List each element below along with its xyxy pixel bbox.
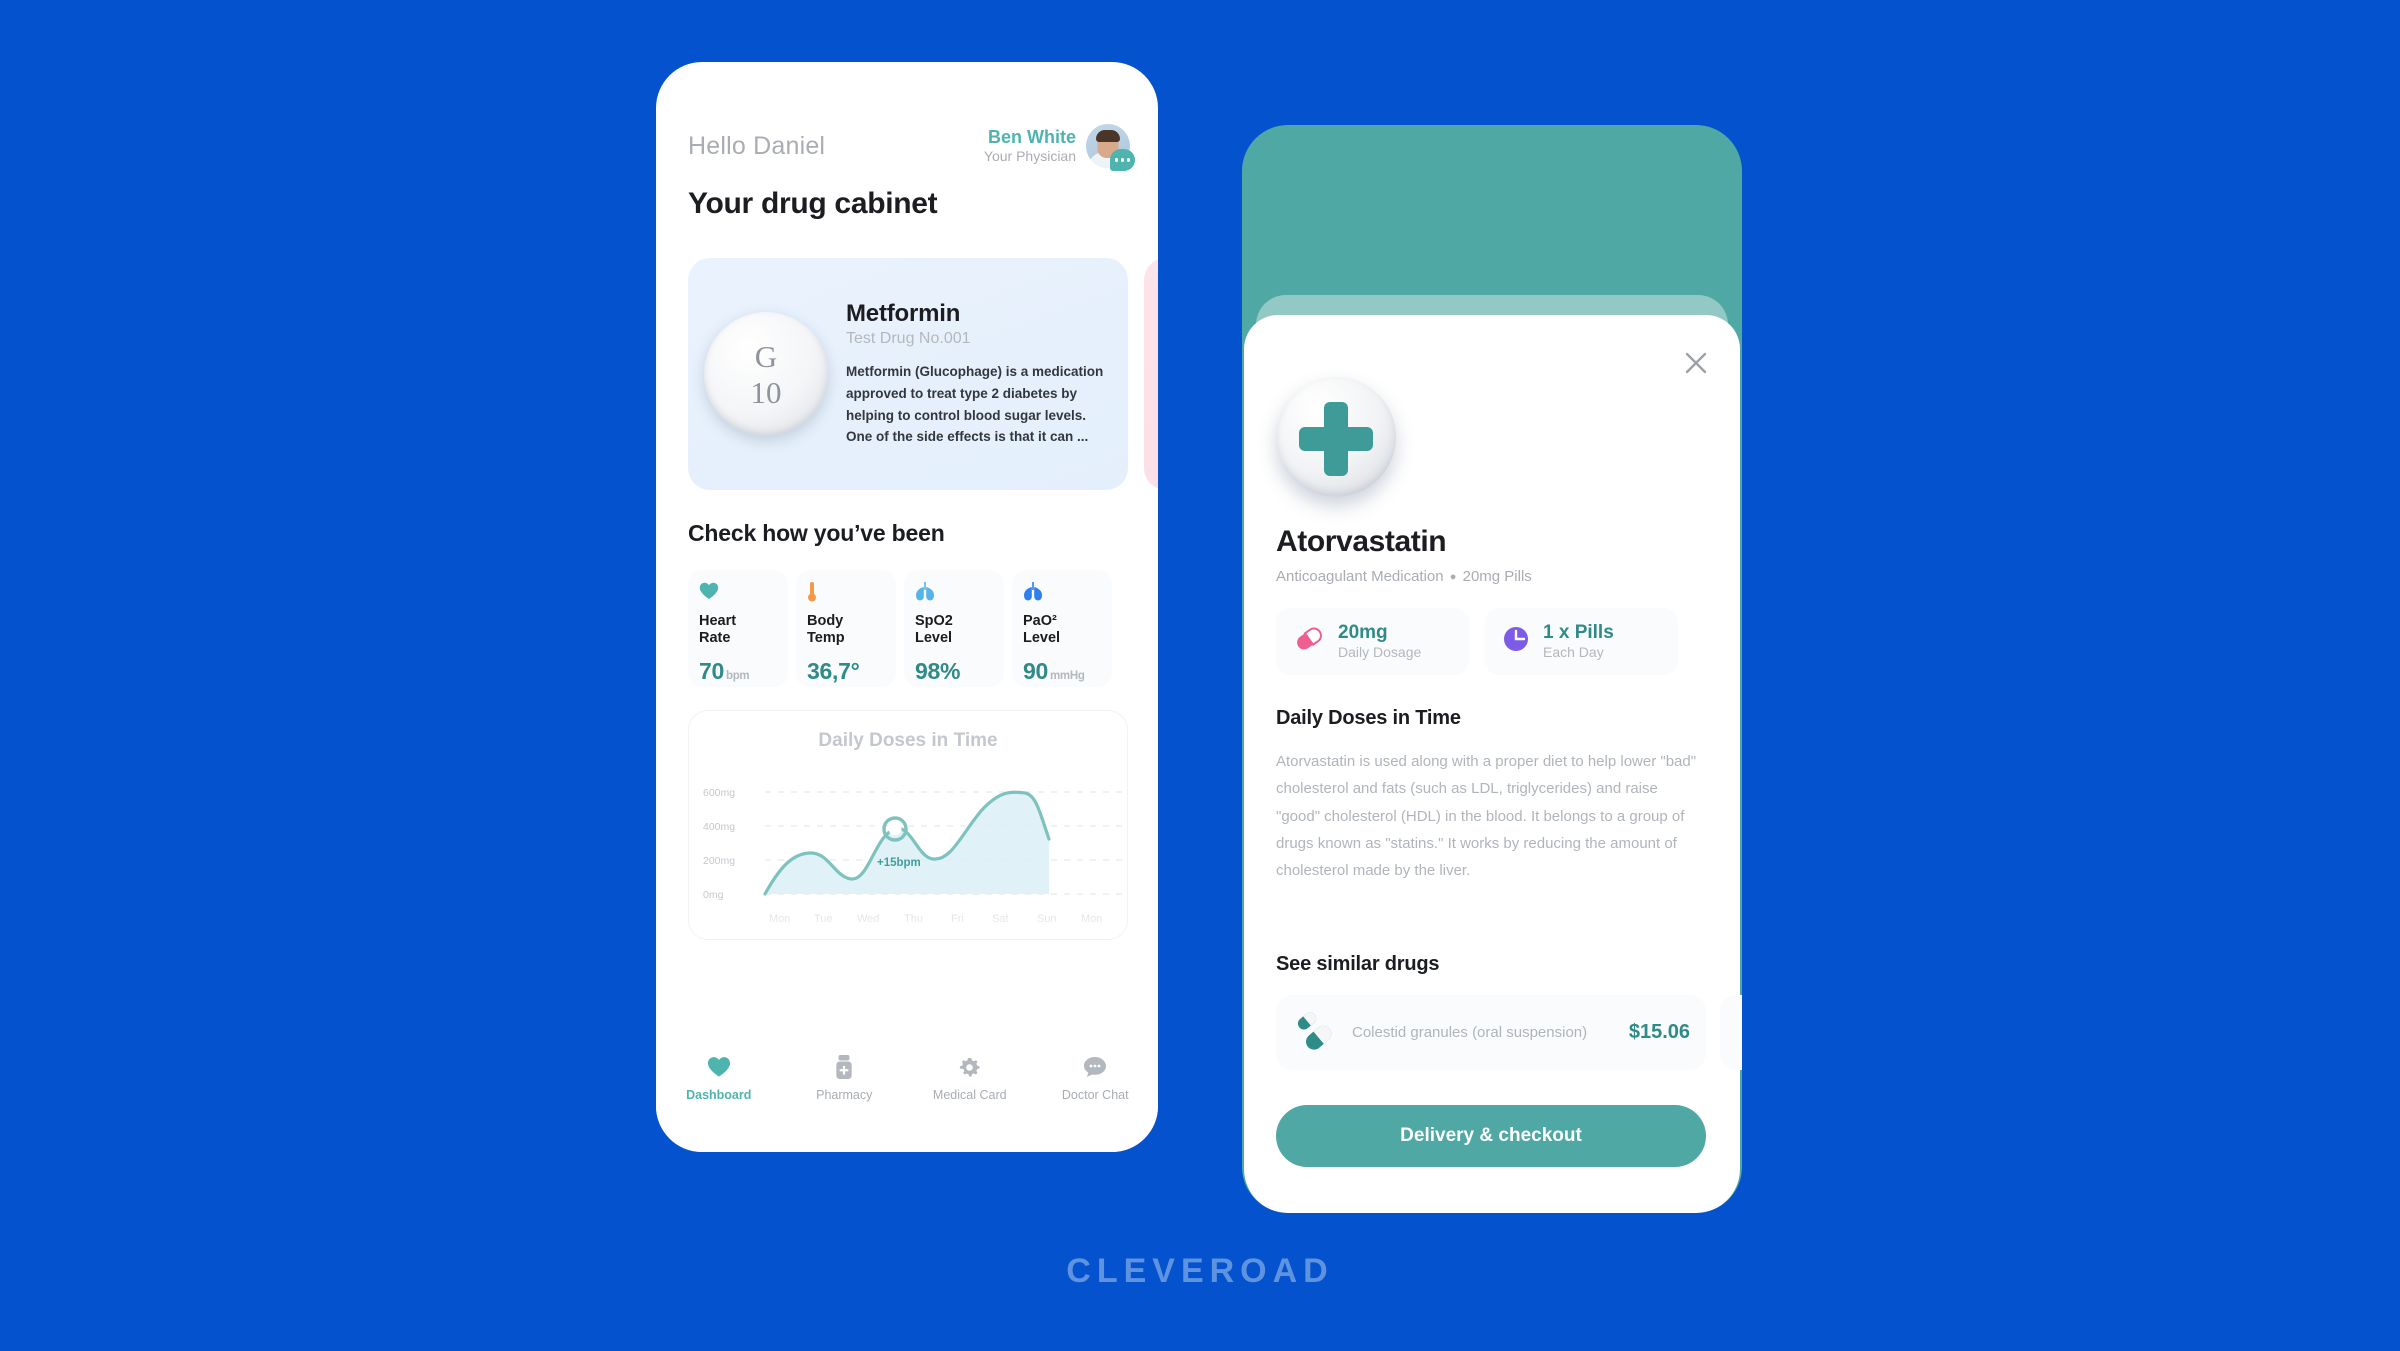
vital-spo2[interactable]: SpO2 Level 98% (904, 570, 1004, 687)
chip-label: Daily Dosage (1338, 644, 1422, 661)
pill-bottle-icon (782, 1054, 908, 1080)
vital-body-temp[interactable]: Body Temp 36,7° (796, 570, 896, 687)
vital-value: 90 (1023, 658, 1048, 685)
pill-image: G 10 (704, 312, 828, 436)
similar-drug-item[interactable]: Colestid granules (oral suspension) $15.… (1276, 995, 1706, 1070)
page-title: Your drug cabinet (688, 187, 938, 220)
vital-label: SpO2 (915, 613, 953, 629)
drug-type: Anticoagulant Medication (1276, 568, 1444, 585)
chip-value: 1 x Pills (1543, 622, 1614, 644)
medical-cross-pill-icon (1276, 377, 1396, 497)
drug-dose: 20mg Pills (1462, 568, 1532, 585)
dosage-chips: 20mg Daily Dosage 1 x Pills Each Day (1276, 608, 1678, 675)
chip-label: Each Day (1543, 644, 1604, 661)
similar-drug-name: Colestid granules (oral suspension) (1352, 1023, 1588, 1041)
drug-name: Metformin (846, 299, 961, 327)
chip-each-day[interactable]: 1 x Pills Each Day (1485, 608, 1678, 675)
heart-icon (699, 582, 777, 602)
phone-drug-detail: Atorvastatin Anticoagulant Medication ● … (1242, 125, 1742, 1213)
daily-doses-chart-card: Daily Doses in Time 600mg 400mg 200mg 0m… (688, 710, 1128, 940)
phone-dashboard: Hello Daniel Ben White Your Physician Yo… (656, 62, 1158, 1152)
clock-icon (1502, 625, 1530, 658)
drug-detail-sheet: Atorvastatin Anticoagulant Medication ● … (1244, 315, 1742, 1213)
capsule-icon (1293, 625, 1325, 658)
drug-card-next[interactable] (1144, 258, 1158, 490)
vital-heart-rate[interactable]: Heart Rate 70 bpm (688, 570, 788, 687)
nav-item-doctor-chat[interactable]: Doctor Chat (1033, 1054, 1159, 1102)
drug-title: Atorvastatin (1276, 525, 1447, 558)
physician-name: Ben White (988, 127, 1076, 148)
chip-daily-dosage[interactable]: 20mg Daily Dosage (1276, 608, 1469, 675)
vital-unit: bpm (725, 670, 750, 683)
vital-value: 98% (915, 658, 961, 685)
lungs-icon (1023, 582, 1101, 602)
greeting-text: Hello Daniel (688, 131, 826, 160)
doses-heading: Daily Doses in Time (1276, 707, 1461, 729)
vitals-row: Heart Rate 70 bpm Body Temp 36,7° SpO2 Level… (688, 570, 1112, 687)
similar-drugs-heading: See similar drugs (1276, 953, 1440, 975)
chat-bubble-icon[interactable] (1110, 149, 1135, 171)
heart-icon (656, 1054, 782, 1080)
cleveroad-logo: CLEVEROAD (1066, 1252, 1334, 1290)
close-icon[interactable] (1682, 349, 1710, 377)
vital-pao2[interactable]: PaO² Level 90 mmHg (1012, 570, 1112, 687)
dashboard-header: Hello Daniel Ben White Your Physician (688, 124, 1135, 171)
drug-description: Metformin (Glucophage) is a medication a… (846, 363, 1104, 445)
drug-subtitle: Anticoagulant Medication ● 20mg Pills (1276, 568, 1532, 585)
chat-bubble-icon (1033, 1054, 1159, 1080)
nav-label: Doctor Chat (1061, 1088, 1129, 1102)
bottom-navigation: Dashboard Pharmacy Medical Card Doctor C… (656, 1036, 1158, 1152)
drug-cabinet-carousel[interactable]: G 10 Metformin Test Drug No.001 Metformi… (688, 258, 1158, 490)
chart-annotation: +15bpm (877, 857, 921, 869)
drug-description: Atorvastatin is used along with a proper… (1276, 753, 1697, 880)
chip-value: 20mg (1338, 622, 1388, 644)
vital-value: 36,7° (807, 658, 860, 685)
vitals-title: Check how you’ve been (688, 520, 945, 546)
similar-drug-price: $15.06 (1628, 1021, 1690, 1043)
similar-drug-item-next[interactable] (1720, 995, 1742, 1070)
delivery-checkout-button[interactable]: Delivery & checkout (1276, 1105, 1706, 1167)
nav-item-medical-card[interactable]: Medical Card (907, 1054, 1033, 1102)
chart-plot: 600mg 400mg 200mg 0mg +15bpm (689, 765, 1127, 939)
nav-item-dashboard[interactable]: Dashboard (656, 1054, 782, 1102)
nav-item-pharmacy[interactable]: Pharmacy (782, 1054, 908, 1102)
vital-label: PaO² (1023, 613, 1057, 629)
nav-label: Pharmacy (816, 1088, 873, 1102)
vital-value: 70 (699, 658, 724, 685)
chart-title: Daily Doses in Time (818, 730, 998, 751)
drug-subtitle: Test Drug No.001 (846, 329, 971, 347)
physician-card[interactable]: Ben White Your Physician (983, 124, 1135, 171)
nav-label: Dashboard (686, 1088, 752, 1102)
vital-label: Heart (699, 613, 737, 629)
nav-label: Medical Card (932, 1088, 1007, 1102)
lungs-icon (915, 582, 993, 602)
physician-role: Your Physician (983, 148, 1076, 165)
drug-card-metformin[interactable]: G 10 Metformin Test Drug No.001 Metformi… (688, 258, 1128, 490)
capsule-icon (1292, 1008, 1338, 1057)
gear-icon (907, 1054, 1033, 1080)
vital-label: Body (807, 613, 844, 629)
similar-drugs-list[interactable]: Colestid granules (oral suspension) $15.… (1276, 995, 1742, 1070)
separator-dot: ● (1449, 571, 1457, 584)
thermometer-icon (807, 582, 885, 602)
vital-unit: mmHg (1049, 670, 1085, 683)
